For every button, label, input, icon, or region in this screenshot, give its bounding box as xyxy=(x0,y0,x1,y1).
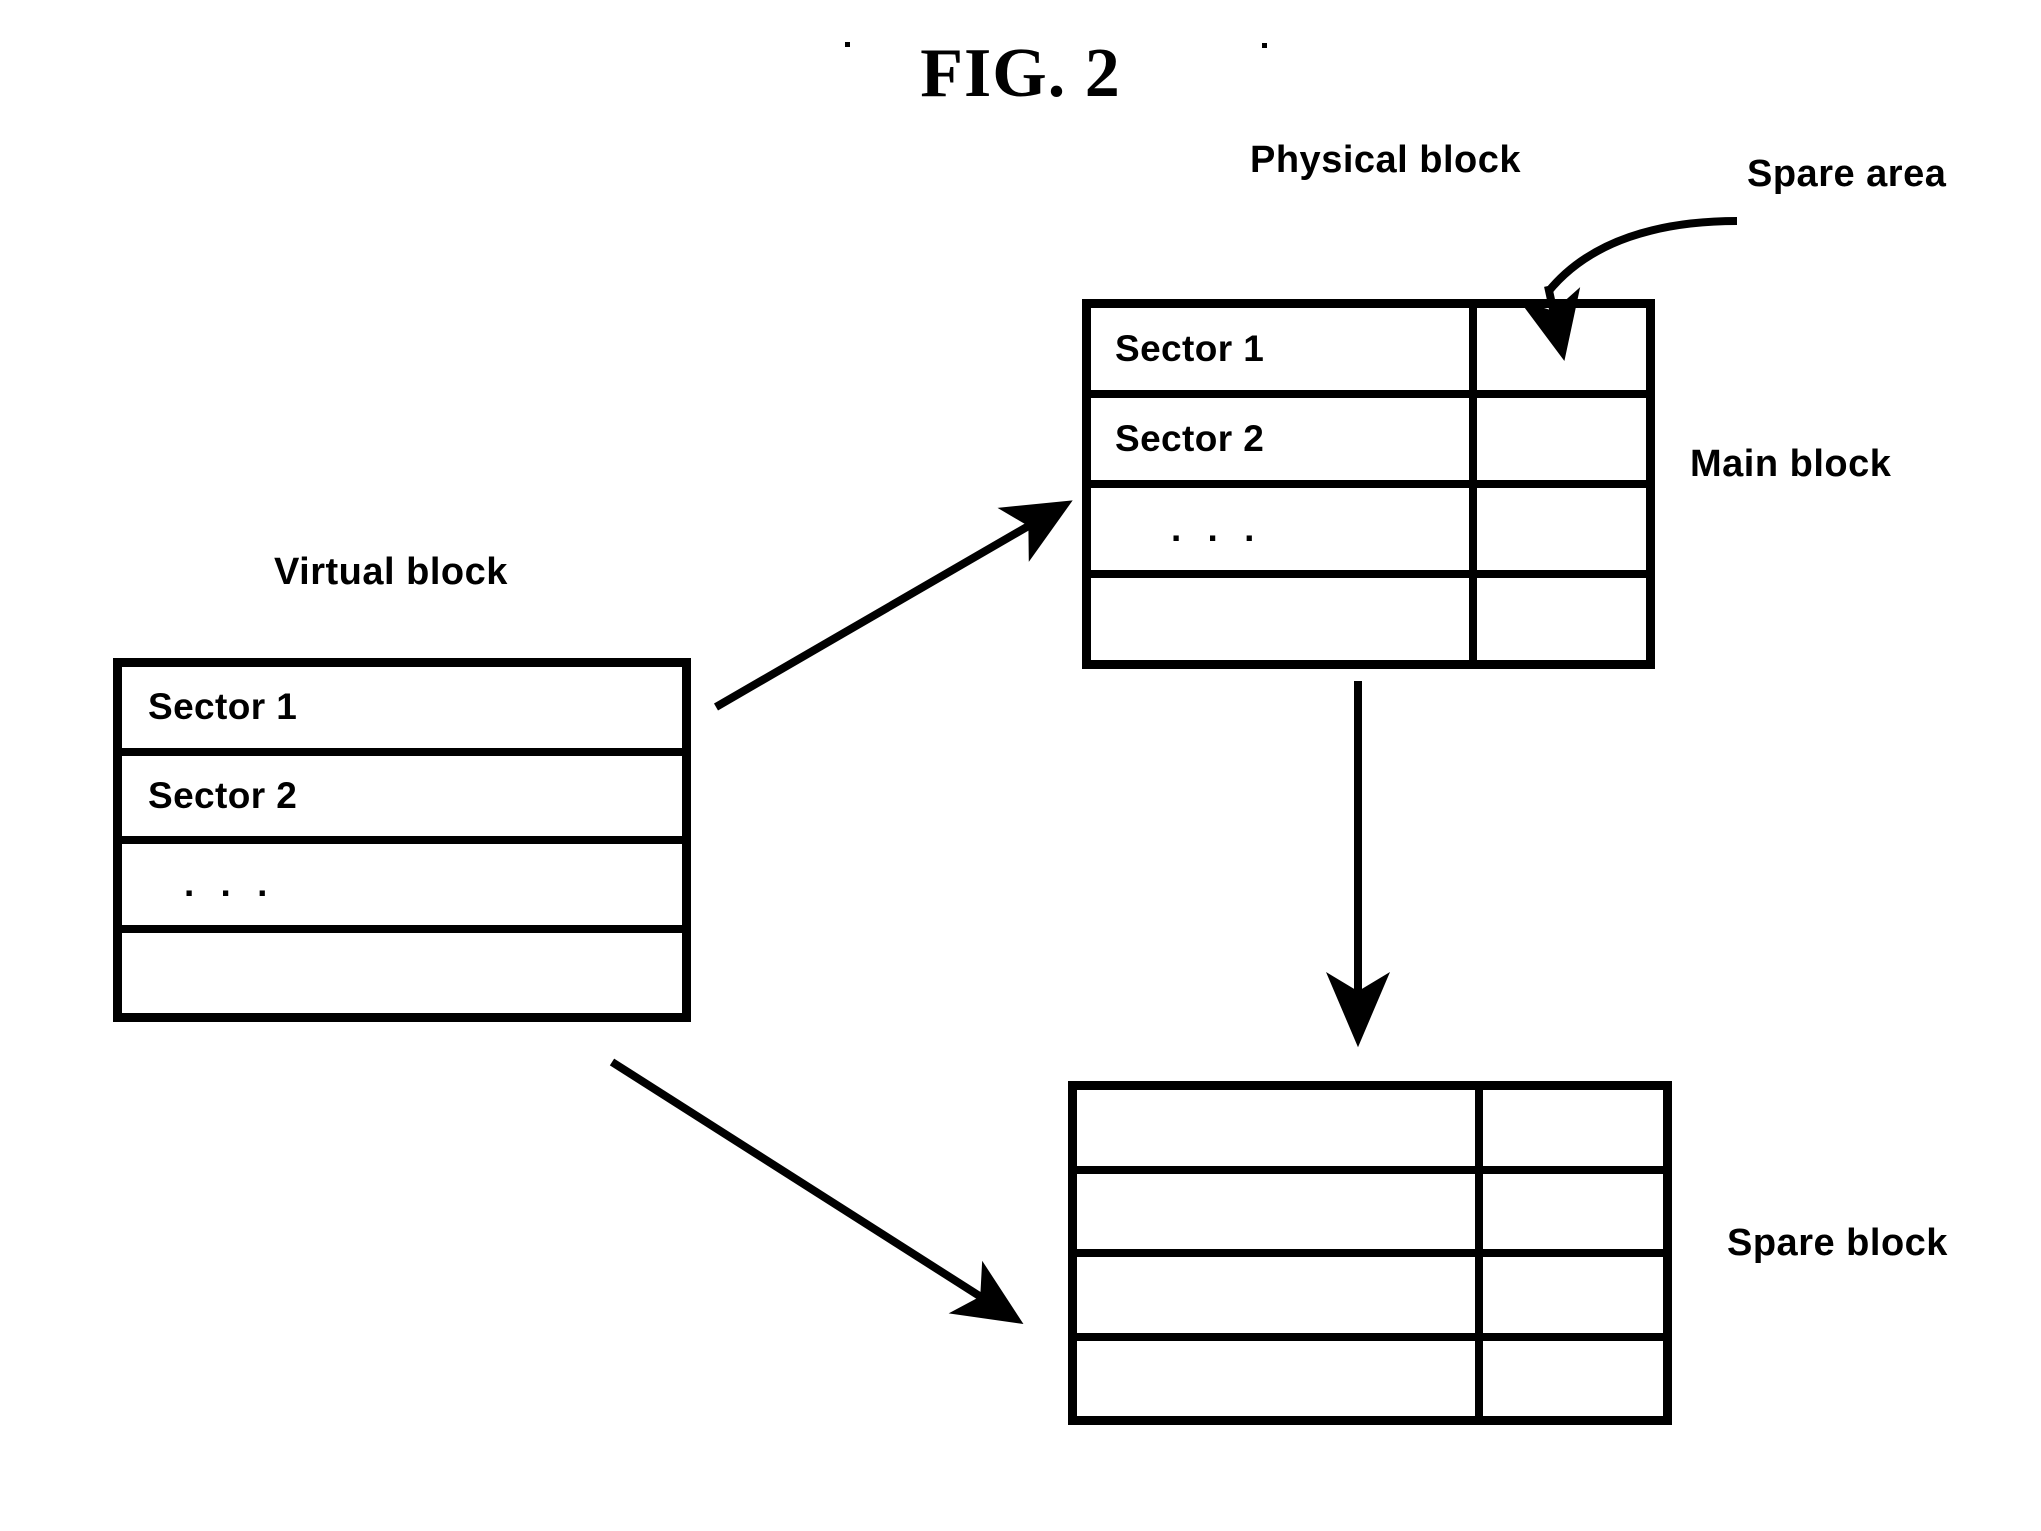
spare-block-main-cell xyxy=(1077,1174,1475,1250)
table-row: . . . xyxy=(122,844,682,933)
table-row: Sector 2 xyxy=(1091,398,1646,488)
physical-ellipsis-cell: . . . xyxy=(1171,508,1263,549)
physical-sector-cell: Sector 1 xyxy=(1115,328,1265,369)
physical-block-table: Sector 1 Sector 2 . . . xyxy=(1082,299,1655,669)
spare-block-spare-cell xyxy=(1475,1173,1663,1249)
table-row xyxy=(1077,1090,1663,1174)
arrow-virtual-to-spare-block xyxy=(609,1058,1024,1325)
physical-spare-cell xyxy=(1469,398,1646,480)
leader-spare-area xyxy=(1544,217,1738,295)
spare-block-table xyxy=(1068,1081,1672,1425)
spare-block-label: Spare block xyxy=(1727,1222,1948,1264)
virtual-ellipsis-cell: . . . xyxy=(184,863,276,905)
physical-sector-cell: Sector 2 xyxy=(1115,418,1265,459)
spare-block-spare-cell xyxy=(1475,1340,1663,1416)
spare-block-main-cell xyxy=(1077,1257,1475,1333)
table-row xyxy=(1077,1173,1663,1257)
physical-empty-cell xyxy=(1091,578,1469,660)
arrow-virtual-to-physical xyxy=(713,500,1073,711)
page-title: FIG. 2 xyxy=(920,35,1121,112)
virtual-block-label: Virtual block xyxy=(274,551,508,593)
spare-area-label: Spare area xyxy=(1747,153,1947,195)
table-row xyxy=(1077,1340,1663,1417)
physical-spare-cell xyxy=(1469,578,1646,660)
patent-figure-page: FIG. 2 Virtual block Sector 1 Sector 2 .… xyxy=(0,0,2041,1531)
table-row: Sector 1 xyxy=(1091,308,1646,398)
virtual-sector-cell: Sector 1 xyxy=(148,686,298,728)
virtual-empty-cell xyxy=(122,933,682,1014)
virtual-sector-cell: Sector 2 xyxy=(148,774,298,816)
spare-block-spare-cell xyxy=(1475,1090,1663,1166)
table-row xyxy=(1091,578,1646,660)
spare-block-main-cell xyxy=(1077,1341,1475,1417)
main-block-label: Main block xyxy=(1690,443,1892,485)
physical-spare-cell xyxy=(1469,308,1646,390)
physical-spare-cell xyxy=(1469,488,1646,570)
table-row: Sector 2 xyxy=(122,756,682,844)
table-row xyxy=(122,933,682,1014)
spare-block-spare-cell xyxy=(1475,1257,1663,1333)
physical-block-label: Physical block xyxy=(1250,139,1522,181)
table-row xyxy=(1077,1257,1663,1341)
virtual-block-table: Sector 1 Sector 2 . . . xyxy=(113,658,691,1022)
table-row: . . . xyxy=(1091,488,1646,578)
table-row: Sector 1 xyxy=(122,667,682,756)
spare-block-main-cell xyxy=(1077,1090,1475,1166)
